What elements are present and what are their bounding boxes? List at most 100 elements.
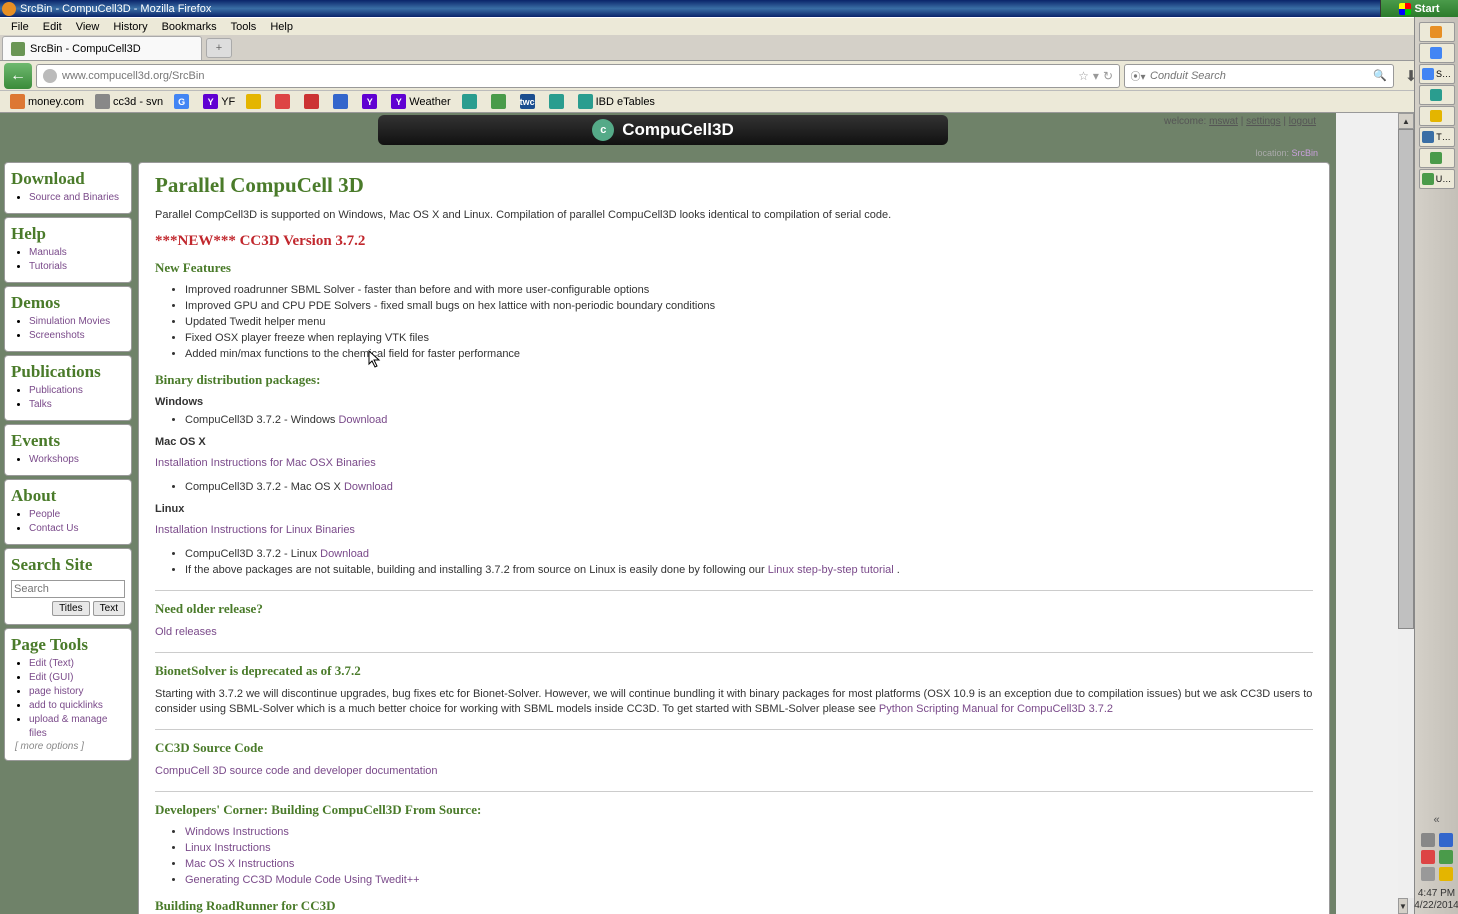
menu-help[interactable]: Help xyxy=(263,20,300,34)
url-dropdown-icon[interactable]: ▾ xyxy=(1093,69,1099,83)
dev-link[interactable]: Generating CC3D Module Code Using Twedit… xyxy=(185,874,420,886)
clock[interactable]: 4:47 PM 4/22/2014 xyxy=(1414,888,1458,912)
sidebar-link[interactable]: Screenshots xyxy=(29,330,85,341)
search-bar[interactable]: ⦿▾ 🔍 xyxy=(1124,64,1394,88)
bookmark-item[interactable] xyxy=(329,93,355,110)
download-link[interactable]: Download xyxy=(344,481,393,493)
menu-edit[interactable]: Edit xyxy=(36,20,69,34)
search-input[interactable] xyxy=(1150,70,1373,82)
sidebar-link[interactable]: Workshops xyxy=(29,454,79,465)
tray-icon[interactable] xyxy=(1421,850,1435,864)
menu-view[interactable]: View xyxy=(69,20,107,34)
user-link[interactable]: mswat xyxy=(1209,116,1238,127)
sidebar-link[interactable]: Edit (Text) xyxy=(29,658,74,669)
search-titles-button[interactable]: Titles xyxy=(52,601,90,616)
mac-instructions-link[interactable]: Installation Instructions for Mac OSX Bi… xyxy=(155,457,376,469)
taskbar-item[interactable] xyxy=(1419,148,1455,168)
reload-icon[interactable]: ↻ xyxy=(1103,69,1113,83)
sidebar-link[interactable]: Tutorials xyxy=(29,261,67,272)
scroll-track[interactable] xyxy=(1398,129,1414,898)
sidebar-link[interactable]: page history xyxy=(29,686,83,697)
older-header: Need older release? xyxy=(155,601,1313,617)
sidebar-link[interactable]: Edit (GUI) xyxy=(29,672,73,683)
url-input[interactable] xyxy=(62,70,1074,82)
bookmark-star-icon[interactable]: ☆ xyxy=(1078,69,1089,83)
sidebar-link[interactable]: Manuals xyxy=(29,247,67,258)
browser-tab[interactable]: SrcBin - CompuCell3D xyxy=(2,36,202,60)
dev-link[interactable]: Linux Instructions xyxy=(185,842,271,854)
menu-file[interactable]: File xyxy=(4,20,36,34)
search-text-button[interactable]: Text xyxy=(93,601,125,616)
taskbar-item[interactable] xyxy=(1419,85,1455,105)
search-icon[interactable]: 🔍 xyxy=(1373,69,1387,82)
settings-link[interactable]: settings xyxy=(1246,116,1280,127)
list-item: CompuCell3D 3.7.2 - Linux Download xyxy=(185,546,1313,562)
search-provider-icon[interactable]: ⦿▾ xyxy=(1131,69,1145,83)
sidebar-link[interactable]: People xyxy=(29,509,60,520)
bookmark-item[interactable]: YWeather xyxy=(387,93,454,110)
scroll-down-button[interactable]: ▼ xyxy=(1398,898,1408,914)
taskbar-item[interactable]: U… xyxy=(1419,169,1455,189)
taskbar-item[interactable] xyxy=(1419,43,1455,63)
bookmark-item[interactable] xyxy=(458,93,484,110)
bookmark-item[interactable] xyxy=(487,93,513,110)
sidebar-link[interactable]: Talks xyxy=(29,399,52,410)
tray-icon[interactable] xyxy=(1421,867,1435,881)
tray-collapse-button[interactable]: « xyxy=(1433,814,1439,826)
site-logo[interactable]: c CompuCell3D xyxy=(378,115,948,145)
sidebar-link[interactable]: Source and Binaries xyxy=(29,192,119,203)
taskbar-item[interactable] xyxy=(1419,22,1455,42)
back-button[interactable]: ← xyxy=(4,63,32,89)
sidebar-link[interactable]: Contact Us xyxy=(29,523,78,534)
dev-link[interactable]: Mac OS X Instructions xyxy=(185,858,294,870)
download-link[interactable]: Download xyxy=(320,548,369,560)
bookmark-item[interactable]: G xyxy=(170,93,196,110)
bionet-link[interactable]: Python Scripting Manual for CompuCell3D … xyxy=(879,703,1113,715)
sidebar-link[interactable]: add to quicklinks xyxy=(29,700,103,711)
location-link[interactable]: SrcBin xyxy=(1291,148,1318,158)
bookmark-item[interactable] xyxy=(545,93,571,110)
bookmark-item[interactable]: twc xyxy=(516,93,542,110)
logout-link[interactable]: logout xyxy=(1289,116,1316,127)
sidebar-link[interactable]: Simulation Movies xyxy=(29,316,110,327)
new-tab-button[interactable]: + xyxy=(206,38,232,58)
site-search-input[interactable] xyxy=(11,580,125,598)
bookmark-item[interactable] xyxy=(271,93,297,110)
url-bar[interactable]: ☆ ▾ ↻ xyxy=(36,64,1120,88)
old-releases-link[interactable]: Old releases xyxy=(155,626,217,638)
taskbar-item[interactable]: S… xyxy=(1419,64,1455,84)
tray-icon[interactable] xyxy=(1439,850,1453,864)
taskbar-item[interactable]: T… xyxy=(1419,127,1455,147)
dev-link[interactable]: Windows Instructions xyxy=(185,826,289,838)
bookmark-item[interactable] xyxy=(300,93,326,110)
linux-instructions-link[interactable]: Installation Instructions for Linux Bina… xyxy=(155,524,355,536)
menu-history[interactable]: History xyxy=(106,20,154,34)
more-options-link[interactable]: [ more options ] xyxy=(15,741,125,752)
bookmark-item[interactable]: YYF xyxy=(199,93,239,110)
scroll-thumb[interactable] xyxy=(1398,129,1414,629)
vertical-scrollbar[interactable]: ▲ ▼ xyxy=(1398,113,1414,914)
menu-bookmarks[interactable]: Bookmarks xyxy=(155,20,224,34)
tray-icon[interactable] xyxy=(1439,867,1453,881)
sidebar-link[interactable]: upload & manage files xyxy=(29,714,107,739)
tray-icon[interactable] xyxy=(1439,833,1453,847)
bookmark-item[interactable] xyxy=(242,93,268,110)
sidebar-link[interactable]: Publications xyxy=(29,385,83,396)
scroll-up-button[interactable]: ▲ xyxy=(1398,113,1414,129)
bookmark-item[interactable]: IBD eTables xyxy=(574,93,659,110)
tray-icon[interactable] xyxy=(1421,833,1435,847)
bookmark-item[interactable]: cc3d - svn xyxy=(91,93,167,110)
source-link[interactable]: CompuCell 3D source code and developer d… xyxy=(155,765,438,777)
download-link[interactable]: Download xyxy=(338,414,387,426)
sidebar-item: upload & manage files xyxy=(29,713,125,741)
divider xyxy=(155,590,1313,591)
sidebar-list: Publications Talks xyxy=(29,384,125,412)
sidebar-list: Source and Binaries xyxy=(29,191,125,205)
linux-tutorial-link[interactable]: Linux step-by-step tutorial xyxy=(768,564,897,576)
taskbar-item[interactable] xyxy=(1419,106,1455,126)
start-button[interactable]: Start xyxy=(1380,0,1458,17)
bookmark-item[interactable]: money.com xyxy=(6,93,88,110)
bookmark-item[interactable]: Y xyxy=(358,93,384,110)
bionet-header: BionetSolver is deprecated as of 3.7.2 xyxy=(155,663,1313,679)
menu-tools[interactable]: Tools xyxy=(224,20,264,34)
